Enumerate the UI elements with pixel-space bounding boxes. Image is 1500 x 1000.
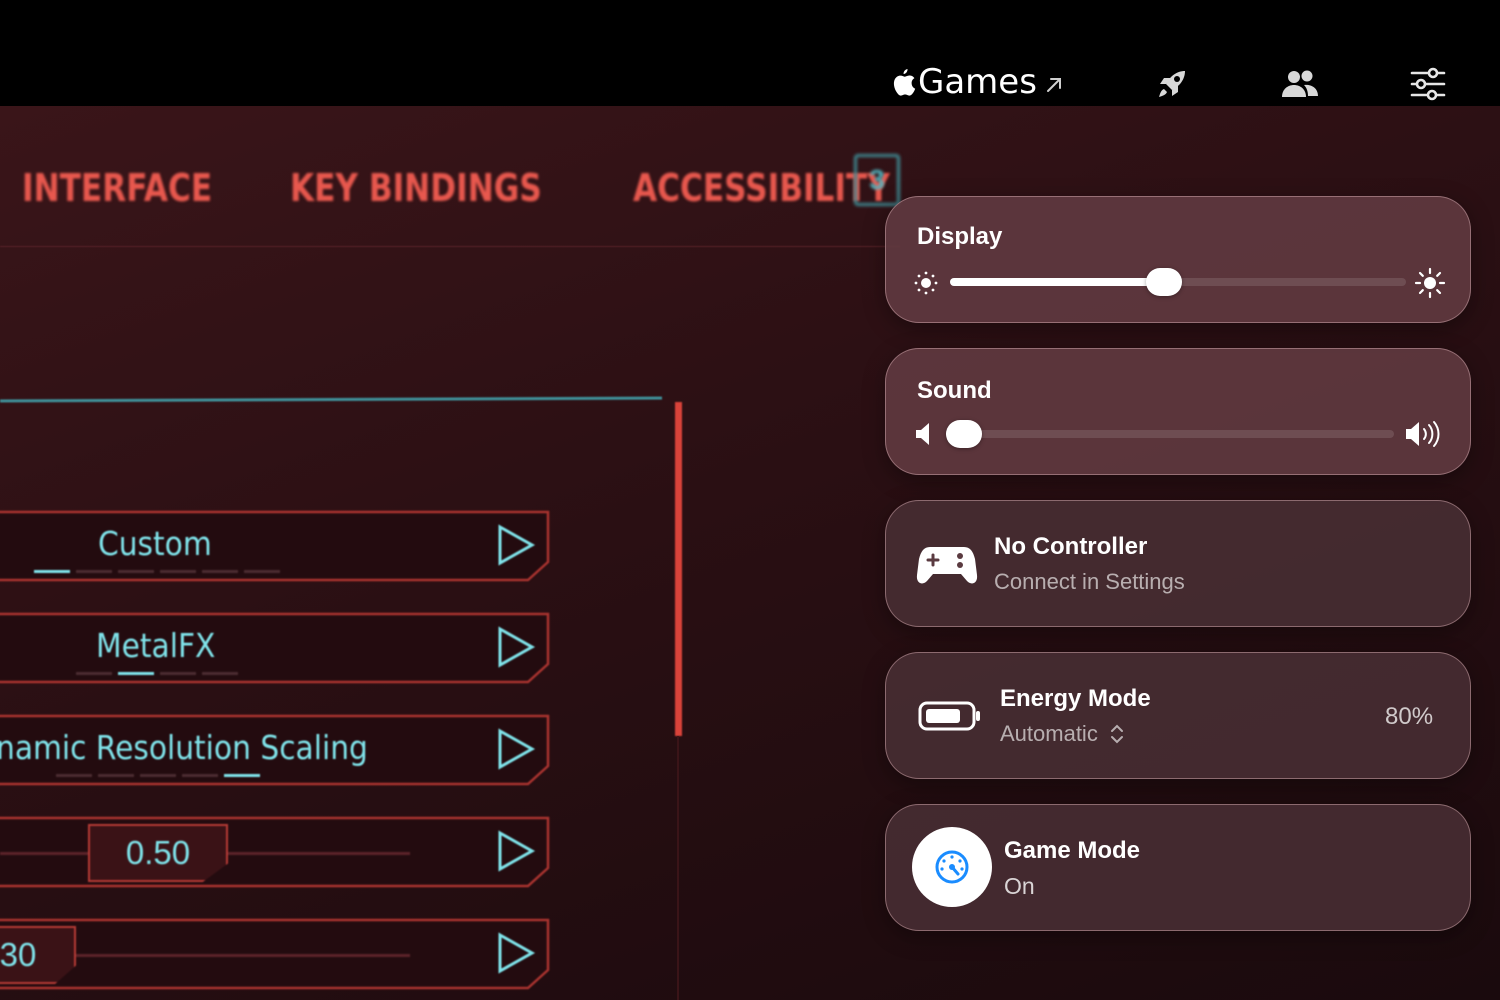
tab-shortcut-badge: 3 [854,154,900,206]
chevron-up-down-icon [1110,724,1123,744]
display-title: Display [917,223,1003,250]
game-tab-accessibility[interactable]: ACCESSIBILITY [633,166,890,210]
option-slider-value[interactable]: 0.50 [88,824,228,882]
volume-slider[interactable] [946,420,1394,448]
game-option-slider[interactable]: 30 [0,918,550,990]
speedometer-icon [935,850,969,884]
volume-high-icon [1406,421,1440,447]
controller-title: No Controller [994,533,1148,560]
game-mode-card[interactable]: Game Mode On [885,804,1471,931]
game-tab-interface[interactable]: INTERFACE [22,166,212,210]
brightness-high-icon [1414,267,1446,299]
energy-mode-value: Automatic [1000,721,1098,746]
game-option-upscaler[interactable]: MetalFX [0,612,550,684]
friends-icon[interactable] [1280,64,1320,104]
game-option-dynamic-resolution[interactable]: namic Resolution Scaling [0,714,550,786]
game-option-preset[interactable]: Custom [0,510,550,582]
battery-icon [918,701,980,731]
brightness-slider[interactable] [950,268,1406,296]
next-arrow-icon[interactable] [496,626,536,668]
game-tab-key-bindings[interactable]: KEY BINDINGS [290,166,542,210]
option-slider-value[interactable]: 30 [0,926,76,984]
option-dots [56,774,260,777]
next-arrow-icon[interactable] [496,830,536,872]
option-dots [34,570,280,573]
section-divider [0,396,663,403]
option-value: MetalFX [96,626,216,665]
brightness-low-icon [914,271,938,295]
controller-card[interactable]: No Controller Connect in Settings [885,500,1471,627]
game-tab-bar: INTERFACE KEY BINDINGS ACCESSIBILITY [22,166,946,210]
game-controller-icon [916,547,978,584]
games-title: Games [918,62,1037,102]
rocket-icon[interactable] [1152,64,1192,104]
external-arrow-icon [1046,78,1061,92]
energy-mode-card[interactable]: Energy Mode Automatic 80% [885,652,1471,779]
games-app-link[interactable]: Games [890,60,1063,104]
option-dots [76,672,238,675]
tab-divider [0,246,900,247]
battery-percentage: 80% [1385,703,1434,730]
next-arrow-icon[interactable] [496,728,536,770]
game-mode-status: On [1004,873,1035,899]
option-value: Custom [98,524,212,563]
game-scrollbar-thumb[interactable] [675,402,682,736]
energy-mode-selector[interactable]: Automatic [1000,721,1126,747]
display-card: Display [885,196,1471,323]
apple-logo-icon [893,69,916,96]
game-mode-toggle[interactable] [912,827,992,907]
brightness-slider-fill [950,278,1165,286]
volume-slider-knob[interactable] [946,420,982,448]
game-mode-title: Game Mode [1004,837,1141,864]
volume-low-icon [916,423,929,445]
brightness-slider-knob[interactable] [1146,268,1183,296]
sound-title: Sound [917,377,992,404]
option-value: namic Resolution Scaling [0,728,368,767]
energy-mode-title: Energy Mode [1000,685,1151,712]
next-arrow-icon[interactable] [496,932,536,974]
top-bar: Games [0,0,1500,106]
controller-subtitle[interactable]: Connect in Settings [994,569,1185,595]
game-option-slider[interactable]: 0.50 [0,816,550,888]
sound-card: Sound [885,348,1471,475]
game-scrollbar-track [677,736,679,1000]
next-arrow-icon[interactable] [496,524,536,566]
settings-sliders-icon[interactable] [1408,64,1448,104]
